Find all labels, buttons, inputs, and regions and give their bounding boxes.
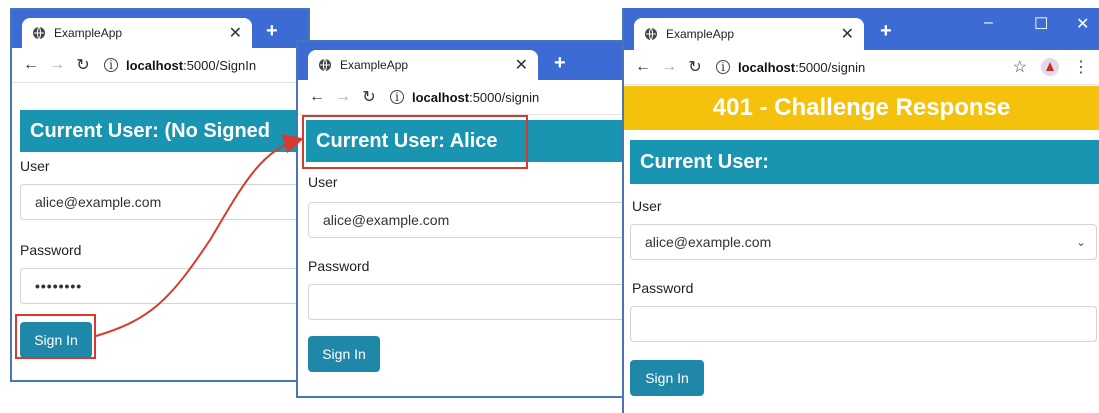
flow-arrow — [95, 133, 304, 337]
